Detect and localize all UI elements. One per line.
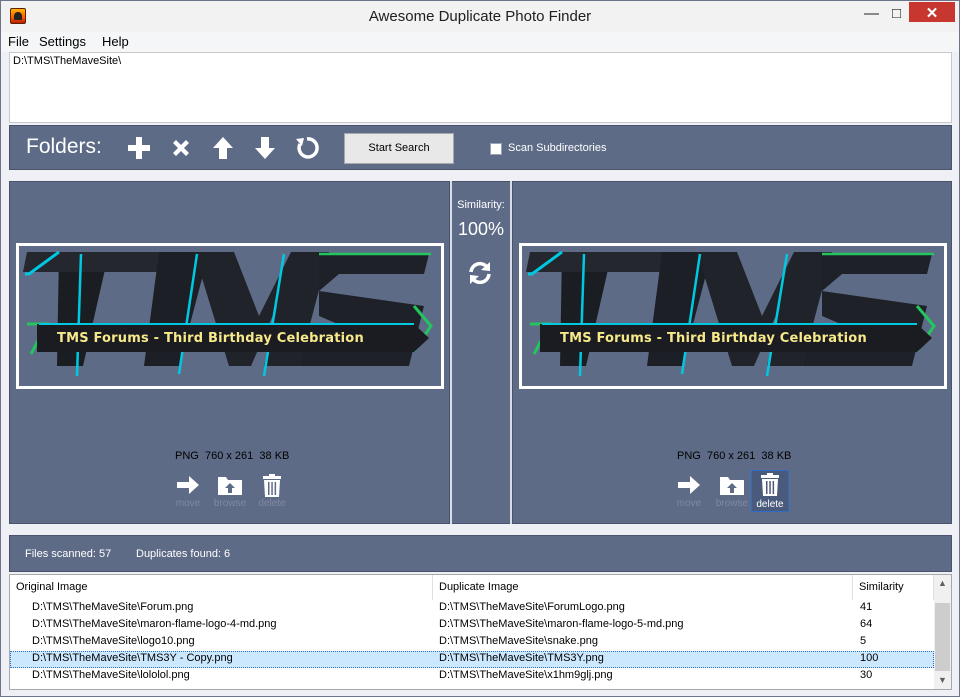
right-image-preview[interactable]: TMS Forums - Third Birthday Celebration [519, 243, 947, 389]
app-window: Awesome Duplicate Photo Finder — □ ✕ Fil… [0, 0, 960, 697]
original-cell: D:\TMS\TheMaveSite\Forum.png [32, 601, 194, 613]
duplicate-cell: D:\TMS\TheMaveSite\ForumLogo.png [439, 601, 625, 613]
table-row-selected[interactable]: D:\TMS\TheMaveSite\TMS3Y - Copy.png D:\T… [10, 651, 934, 668]
right-move-button[interactable]: move [666, 472, 712, 512]
table-row[interactable]: D:\TMS\TheMaveSite\lololol.png D:\TMS\Th… [10, 668, 934, 685]
close-button[interactable]: ✕ [909, 2, 955, 22]
close-icon[interactable] [168, 135, 194, 161]
folders-toolbar: Folders: Start Search Scan Subdirectorie… [9, 125, 952, 170]
right-browse-label: browse [715, 498, 749, 509]
divider [450, 181, 452, 524]
folders-label: Folders: [26, 135, 102, 158]
scroll-thumb[interactable] [935, 603, 950, 671]
similarity-value: 100% [457, 219, 505, 239]
right-delete-button[interactable]: delete [751, 470, 789, 512]
left-image-dims: 760 x 261 [204, 450, 254, 462]
status-bar: Files scanned: 57 Duplicates found: 6 [9, 535, 952, 572]
original-cell: D:\TMS\TheMaveSite\lololol.png [32, 669, 190, 681]
right-browse-button[interactable]: browse [709, 472, 755, 512]
header-similarity[interactable]: Similarity [853, 575, 934, 600]
right-image-info: PNG 760 x 261 38 KB [677, 450, 791, 462]
header-original[interactable]: Original Image [10, 575, 433, 600]
left-image-size: 38 KB [259, 450, 290, 462]
scroll-down-icon[interactable]: ▼ [934, 672, 951, 689]
similarity-cell: 5 [860, 635, 867, 647]
right-image-size: 38 KB [761, 450, 792, 462]
results-table: Original Image Duplicate Image Similarit… [9, 574, 952, 690]
similarity-cell: 64 [860, 618, 873, 630]
duplicate-cell: D:\TMS\TheMaveSite\snake.png [439, 635, 598, 647]
swap-icon[interactable] [467, 260, 493, 286]
right-move-label: move [676, 498, 702, 509]
left-browse-label: browse [213, 498, 247, 509]
original-cell: D:\TMS\TheMaveSite\logo10.png [32, 635, 195, 647]
scan-subdirectories-label[interactable]: Scan Subdirectories [508, 142, 606, 154]
original-cell: D:\TMS\TheMaveSite\maron-flame-logo-4-md… [32, 618, 277, 630]
table-row[interactable]: D:\TMS\TheMaveSite\maron-flame-logo-4-md… [10, 617, 934, 634]
duplicates-found: Duplicates found: 6 [136, 548, 231, 560]
folder-list[interactable]: D:\TMS\TheMaveSite\ [9, 52, 952, 123]
similarity-cell: 30 [860, 669, 873, 681]
left-image-panel: TMS Forums - Third Birthday Celebration … [9, 181, 450, 524]
left-browse-button[interactable]: browse [207, 472, 253, 512]
right-image-format: PNG [677, 450, 701, 462]
similarity-cell: 100 [860, 652, 879, 664]
similarity-cell: 41 [860, 601, 873, 613]
banner-title: TMS Forums - Third Birthday Celebration [560, 331, 867, 346]
left-delete-button[interactable]: delete [249, 472, 295, 512]
scroll-up-icon[interactable]: ▲ [934, 575, 951, 592]
duplicate-cell: D:\TMS\TheMaveSite\x1hm9glj.png [439, 669, 613, 681]
table-row[interactable]: D:\TMS\TheMaveSite\Forum.png D:\TMS\TheM… [10, 600, 934, 617]
menu-help[interactable]: Help [102, 34, 129, 49]
left-image-info: PNG 760 x 261 38 KB [175, 450, 289, 462]
header-duplicate[interactable]: Duplicate Image [433, 575, 853, 600]
files-scanned: Files scanned: 57 [25, 548, 112, 560]
start-search-button[interactable]: Start Search [344, 133, 454, 164]
banner-title: TMS Forums - Third Birthday Celebration [57, 331, 364, 346]
plus-icon[interactable] [126, 135, 152, 161]
duplicate-cell: D:\TMS\TheMaveSite\maron-flame-logo-5-md… [439, 618, 684, 630]
title-bar[interactable]: Awesome Duplicate Photo Finder — □ ✕ [1, 1, 959, 32]
duplicate-cell: D:\TMS\TheMaveSite\TMS3Y.png [439, 652, 604, 664]
table-row[interactable]: D:\TMS\TheMaveSite\logo10.png D:\TMS\The… [10, 634, 934, 651]
left-image-format: PNG [175, 450, 199, 462]
left-move-label: move [175, 498, 201, 509]
arrow-down-icon[interactable] [252, 135, 278, 161]
arrow-up-icon[interactable] [210, 135, 236, 161]
menu-file[interactable]: File [8, 34, 29, 49]
left-move-button[interactable]: move [165, 472, 211, 512]
similarity-label: Similarity: [457, 199, 505, 211]
menu-bar: File Settings Help [1, 32, 959, 52]
right-image-dims: 760 x 261 [706, 450, 756, 462]
results-scrollbar[interactable]: ▲ ▼ [934, 575, 951, 689]
maximize-button[interactable]: □ [881, 2, 912, 28]
folder-path-item[interactable]: D:\TMS\TheMaveSite\ [13, 55, 121, 67]
similarity-panel: Similarity: 100% [450, 181, 512, 524]
left-delete-label: delete [258, 498, 286, 509]
right-image-panel: TMS Forums - Third Birthday Celebration … [512, 181, 952, 524]
window-title: Awesome Duplicate Photo Finder [368, 8, 592, 25]
left-image-preview[interactable]: TMS Forums - Third Birthday Celebration [16, 243, 444, 389]
original-cell: D:\TMS\TheMaveSite\TMS3Y - Copy.png [32, 652, 233, 664]
scan-subdirectories-checkbox[interactable] [490, 143, 502, 155]
reset-icon[interactable] [294, 135, 320, 161]
right-delete-label: delete [756, 499, 784, 510]
menu-settings[interactable]: Settings [39, 34, 86, 49]
